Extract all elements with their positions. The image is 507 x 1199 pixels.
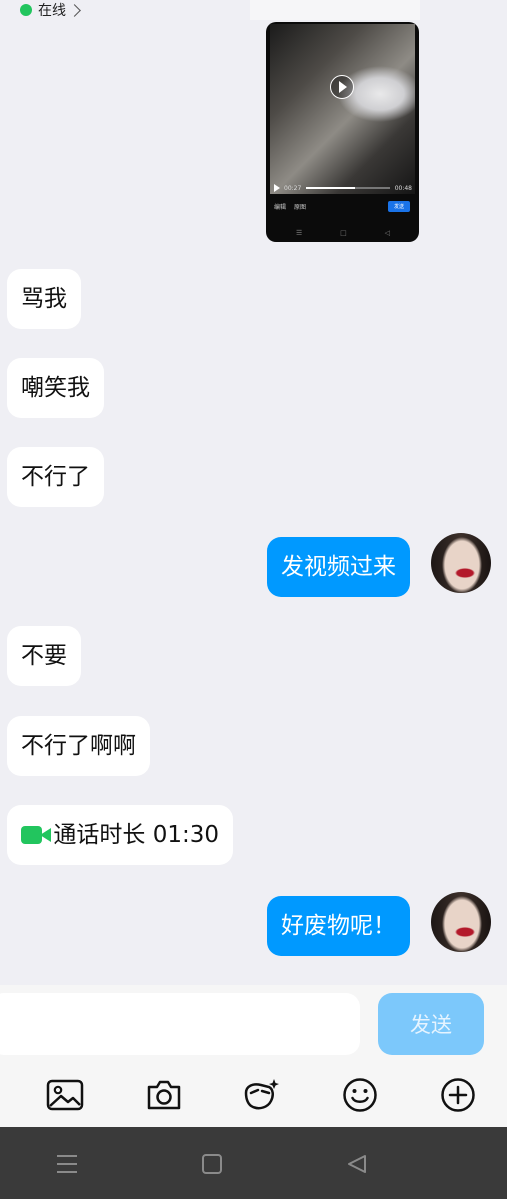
play-icon — [330, 75, 354, 99]
message-bubble-outgoing[interactable]: 发视频过来 — [267, 537, 410, 597]
send-button[interactable]: 发送 — [378, 993, 484, 1055]
mini-nav: ☰ □ ◁ — [296, 229, 390, 237]
message-input[interactable] — [0, 993, 360, 1055]
video-camera-icon — [21, 824, 51, 846]
online-status[interactable]: 在线 — [0, 0, 507, 20]
online-label: 在线 — [38, 3, 66, 19]
progress-bar — [306, 187, 390, 189]
message-bubble-incoming[interactable]: 不行了 — [7, 447, 104, 507]
online-dot-icon — [20, 4, 32, 16]
message-bubble-incoming[interactable]: 不要 — [7, 626, 81, 686]
avatar[interactable] — [431, 892, 491, 952]
video-call-record[interactable]: 通话时长 01:30 — [7, 805, 233, 865]
sticker-icon[interactable] — [239, 1073, 283, 1117]
plus-icon[interactable] — [436, 1073, 480, 1117]
menu-icon[interactable] — [52, 1149, 82, 1179]
message-bubble-incoming[interactable]: 骂我 — [7, 269, 81, 329]
home-icon[interactable] — [197, 1149, 227, 1179]
progress-fill — [306, 187, 355, 189]
composer: 发送 — [0, 985, 507, 1063]
message-photo — [270, 24, 415, 194]
avatar[interactable] — [431, 533, 491, 593]
camera-icon[interactable] — [142, 1073, 186, 1117]
message-bubble-incoming[interactable]: 不行了啊啊 — [7, 716, 150, 776]
time-total: 00:48 — [394, 184, 412, 192]
image-icon[interactable] — [43, 1073, 87, 1117]
message-bubble-outgoing[interactable]: 好废物呢！ — [267, 896, 410, 956]
back-icon[interactable] — [342, 1149, 372, 1179]
original-label: 原图 — [294, 203, 307, 211]
message-bubble-incoming[interactable]: 嘲笑我 — [7, 358, 104, 418]
chevron-right-icon — [68, 3, 81, 17]
system-nav-bar — [0, 1127, 507, 1199]
time-current: 00:27 — [284, 184, 302, 192]
edit-label: 编辑 — [274, 203, 287, 211]
image-message[interactable]: 00:27 00:48 编辑 原图 发送 ☰ □ ◁ — [266, 22, 419, 242]
chat-toolbar — [0, 1063, 507, 1127]
video-controls: 00:27 00:48 — [274, 182, 412, 194]
mini-send-label: 发送 — [387, 200, 410, 212]
emoji-icon[interactable] — [338, 1073, 382, 1117]
screenshot-bottom-row: 编辑 原图 发送 — [274, 200, 410, 212]
small-play-icon — [274, 184, 280, 192]
call-duration-text: 通话时长 01:30 — [53, 822, 219, 848]
